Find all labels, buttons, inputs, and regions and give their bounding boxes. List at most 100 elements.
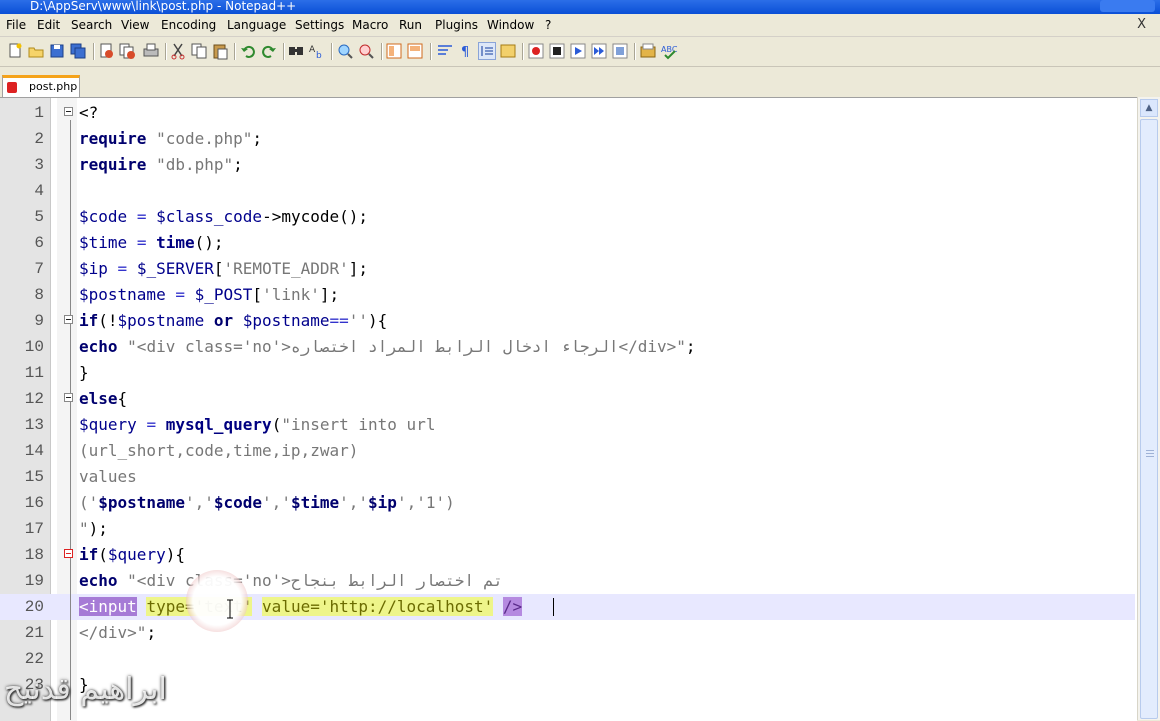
line-number: 10 [24, 338, 44, 356]
redo-icon[interactable] [260, 42, 278, 60]
vertical-scrollbar[interactable]: ▲ [1137, 97, 1160, 720]
code-line[interactable]: 2 require "code.php"; [0, 126, 1135, 152]
code-line[interactable]: 3 require "db.php"; [0, 152, 1135, 178]
menu-plugins[interactable]: Plugins [435, 18, 478, 32]
monitor-icon[interactable] [639, 42, 657, 60]
line-number: 15 [24, 468, 44, 486]
sync-h-icon[interactable] [406, 42, 424, 60]
save-macro-icon[interactable] [611, 42, 629, 60]
close-icon[interactable] [97, 42, 115, 60]
menu-help[interactable]: ? [545, 18, 551, 32]
code-line[interactable]: 4 [0, 178, 1135, 204]
sync-v-icon[interactable] [385, 42, 403, 60]
find-icon[interactable] [287, 42, 305, 60]
indent-guide-icon[interactable] [478, 42, 496, 60]
code-token: ]; [319, 285, 340, 304]
code-text: require "code.php"; [79, 126, 262, 152]
zoom-out-icon[interactable] [357, 42, 375, 60]
menu-macro[interactable]: Macro [352, 18, 388, 32]
tab-post-php[interactable]: post.php [2, 75, 80, 97]
code-token: $query [107, 545, 166, 564]
play-macro-icon[interactable] [569, 42, 587, 60]
code-line[interactable]: 17 "); [0, 516, 1135, 542]
menu-settings[interactable]: Settings [295, 18, 344, 32]
new-file-icon[interactable] [6, 42, 24, 60]
code-line[interactable]: 8 $postname = $_POST['link']; [0, 282, 1135, 308]
folder-icon[interactable] [499, 42, 517, 60]
fold-toggle-icon[interactable] [64, 549, 73, 558]
code-editor[interactable]: 1 <? 2 require "code.php"; 3 require "db.php"… [0, 97, 1137, 721]
code-line[interactable]: 22 [0, 646, 1135, 672]
stop-macro-icon[interactable] [548, 42, 566, 60]
print-icon[interactable] [142, 42, 160, 60]
code-text: if(!$postname or $postname==''){ [79, 308, 387, 334]
menu-view[interactable]: View [121, 18, 149, 32]
menu-file[interactable]: File [6, 18, 26, 32]
save-icon[interactable] [48, 42, 66, 60]
code-line[interactable]: 18 if($query){ [0, 542, 1135, 568]
toolbar: Ab ¶ ABC [0, 37, 1160, 67]
fold-guide [70, 120, 71, 720]
code-token: { [117, 389, 128, 408]
code-token: "<div class='no'>الرجاء ادخال الرابط الم… [127, 337, 686, 356]
code-line[interactable]: 7 $ip = $_SERVER['REMOTE_ADDR']; [0, 256, 1135, 282]
code-text: </div>"; [79, 620, 156, 646]
wrap-icon[interactable] [436, 42, 454, 60]
code-line[interactable]: 1 <? [0, 100, 1135, 126]
code-line[interactable]: 12 else{ [0, 386, 1135, 412]
code-line[interactable]: 19 echo "<div class='no'>تم اختصار الرابط… [0, 568, 1135, 594]
menu-encoding[interactable]: Encoding [161, 18, 216, 32]
replace-icon[interactable]: Ab [308, 42, 326, 61]
close-document-icon[interactable]: X [1137, 17, 1146, 32]
code-token: /> [502, 597, 523, 616]
menu-search[interactable]: Search [71, 18, 112, 32]
code-line[interactable]: 16 ('$postname','$code','$time','$ip','1'… [0, 490, 1135, 516]
code-token: "code.php" [156, 129, 253, 148]
cut-icon[interactable] [169, 42, 187, 60]
zoom-in-icon[interactable] [336, 42, 354, 60]
code-line[interactable]: 15 values [0, 464, 1135, 490]
svg-text:¶: ¶ [461, 45, 469, 60]
scroll-thumb[interactable] [1140, 119, 1158, 719]
open-file-icon[interactable] [27, 42, 45, 60]
line-number: 18 [24, 546, 44, 564]
line-number: 3 [34, 156, 44, 174]
code-line[interactable]: 21 </div>"; [0, 620, 1135, 646]
window-buttons[interactable] [1100, 0, 1155, 12]
fold-toggle-icon[interactable] [64, 107, 73, 116]
undo-icon[interactable] [239, 42, 257, 60]
code-line[interactable]: 9 if(!$postname or $postname==''){ [0, 308, 1135, 334]
code-text: $time = time(); [79, 230, 224, 256]
all-chars-icon[interactable]: ¶ [457, 42, 475, 60]
code-line[interactable]: 11} [0, 360, 1135, 386]
code-line[interactable]: 5 $code = $class_code->mycode(); [0, 204, 1135, 230]
menu-language[interactable]: Language [227, 18, 286, 32]
code-line[interactable]: 10 echo "<div class='no'>الرجاء ادخال الر… [0, 334, 1135, 360]
save-all-icon[interactable] [69, 42, 87, 60]
menu-run[interactable]: Run [399, 18, 422, 32]
code-line[interactable]: 14 (url_short,code,time,ip,zwar) [0, 438, 1135, 464]
close-all-icon[interactable] [118, 42, 136, 60]
code-line[interactable]: 20 <input type='text' value='http://local… [0, 594, 1135, 620]
code-token: ( [271, 415, 282, 434]
fold-toggle-icon[interactable] [64, 393, 73, 402]
scroll-up-icon[interactable]: ▲ [1140, 99, 1158, 117]
code-text: "); [79, 516, 108, 542]
code-line[interactable]: 6 $time = time(); [0, 230, 1135, 256]
paste-icon[interactable] [211, 42, 229, 60]
fold-toggle-icon[interactable] [64, 315, 73, 324]
spellcheck-icon[interactable]: ABC [660, 42, 678, 60]
code-token: ; [685, 337, 696, 356]
menu-window[interactable]: Window [487, 18, 534, 32]
menu-edit[interactable]: Edit [37, 18, 60, 32]
code-line[interactable]: 23} [0, 672, 1135, 698]
copy-icon[interactable] [190, 42, 208, 60]
record-macro-icon[interactable] [527, 42, 545, 60]
code-line[interactable]: 13 $query = mysql_query("insert into url [0, 412, 1135, 438]
code-text: $query = mysql_query("insert into url [79, 412, 435, 438]
run-macro-multiple-icon[interactable] [590, 42, 608, 60]
line-number: 12 [24, 390, 44, 408]
